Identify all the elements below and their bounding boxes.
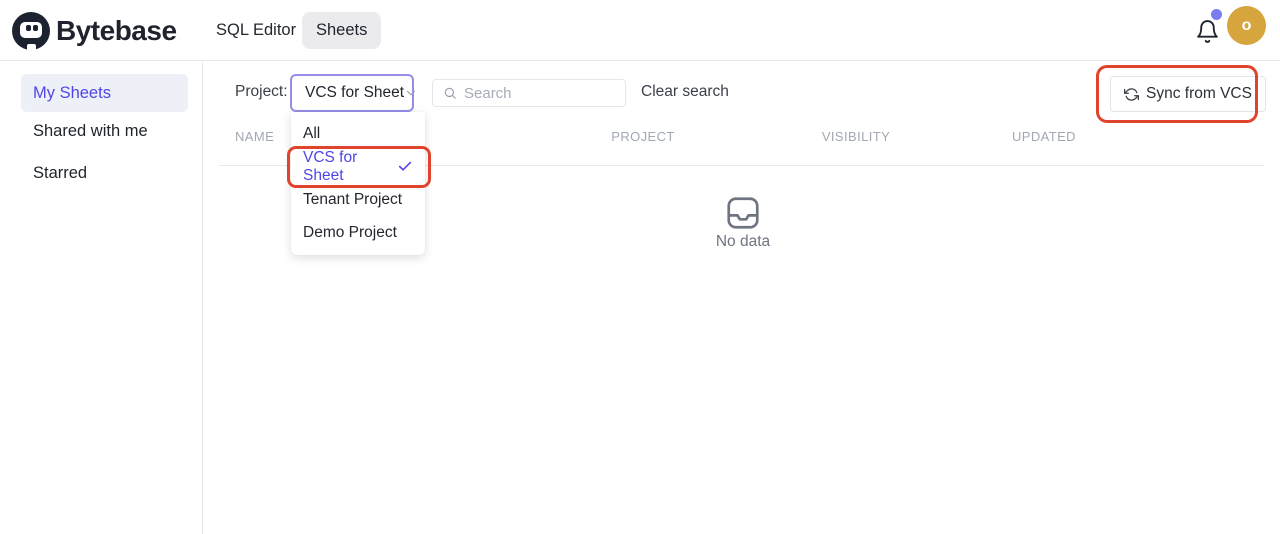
dropdown-option-label: Demo Project — [303, 224, 397, 242]
sidebar: My Sheets Shared with me Starred — [0, 62, 203, 534]
bytebase-logo-icon — [12, 12, 50, 50]
search-input[interactable] — [464, 85, 617, 102]
clear-search-button[interactable]: Clear search — [641, 73, 729, 111]
notification-dot — [1211, 9, 1222, 20]
dropdown-option-tenant-project[interactable]: Tenant Project — [291, 183, 425, 216]
column-header-updated: UPDATED — [1012, 129, 1076, 144]
brand-link[interactable]: Bytebase — [12, 0, 177, 61]
bell-icon — [1195, 19, 1220, 44]
project-select-value: VCS for Sheet — [305, 84, 404, 102]
search-icon — [443, 86, 457, 100]
sidebar-item-shared-with-me[interactable]: Shared with me — [21, 112, 188, 150]
sidebar-item-label: Shared with me — [33, 122, 148, 141]
project-filter-label: Project: — [235, 73, 288, 111]
column-header-visibility: VISIBILITY — [822, 129, 890, 144]
sidebar-item-my-sheets[interactable]: My Sheets — [21, 74, 188, 112]
sidebar-item-starred[interactable]: Starred — [21, 154, 188, 192]
search-box — [432, 79, 626, 107]
check-icon — [397, 158, 413, 175]
brand-title: Bytebase — [56, 15, 177, 47]
empty-state-label: No data — [716, 233, 770, 251]
dropdown-option-label: VCS for Sheet — [303, 149, 397, 185]
top-bar: Bytebase SQL Editor Sheets o — [0, 0, 1280, 61]
dropdown-option-label: All — [303, 125, 320, 143]
tab-sheets[interactable]: Sheets — [302, 12, 381, 49]
dropdown-option-all[interactable]: All — [291, 117, 425, 150]
dropdown-option-vcs-for-sheet[interactable]: VCS for Sheet — [291, 150, 425, 183]
notifications-button[interactable] — [1192, 16, 1222, 46]
dropdown-option-demo-project[interactable]: Demo Project — [291, 216, 425, 249]
avatar[interactable]: o — [1227, 6, 1266, 45]
sync-button-label: Sync from VCS — [1146, 85, 1252, 103]
tab-sql-editor[interactable]: SQL Editor — [216, 0, 296, 61]
avatar-letter: o — [1242, 17, 1252, 35]
sidebar-item-label: My Sheets — [33, 84, 111, 103]
column-header-name: NAME — [235, 129, 274, 144]
sync-from-vcs-button[interactable]: Sync from VCS — [1110, 76, 1266, 112]
sync-icon — [1124, 87, 1139, 102]
project-dropdown-menu: All VCS for Sheet Tenant Project Demo Pr… — [291, 112, 425, 255]
sidebar-item-label: Starred — [33, 164, 87, 183]
project-select[interactable]: VCS for Sheet — [290, 74, 414, 112]
inbox-icon — [724, 194, 762, 232]
dropdown-option-label: Tenant Project — [303, 191, 402, 209]
column-header-project: PROJECT — [611, 129, 674, 144]
chevron-down-icon — [404, 86, 418, 100]
